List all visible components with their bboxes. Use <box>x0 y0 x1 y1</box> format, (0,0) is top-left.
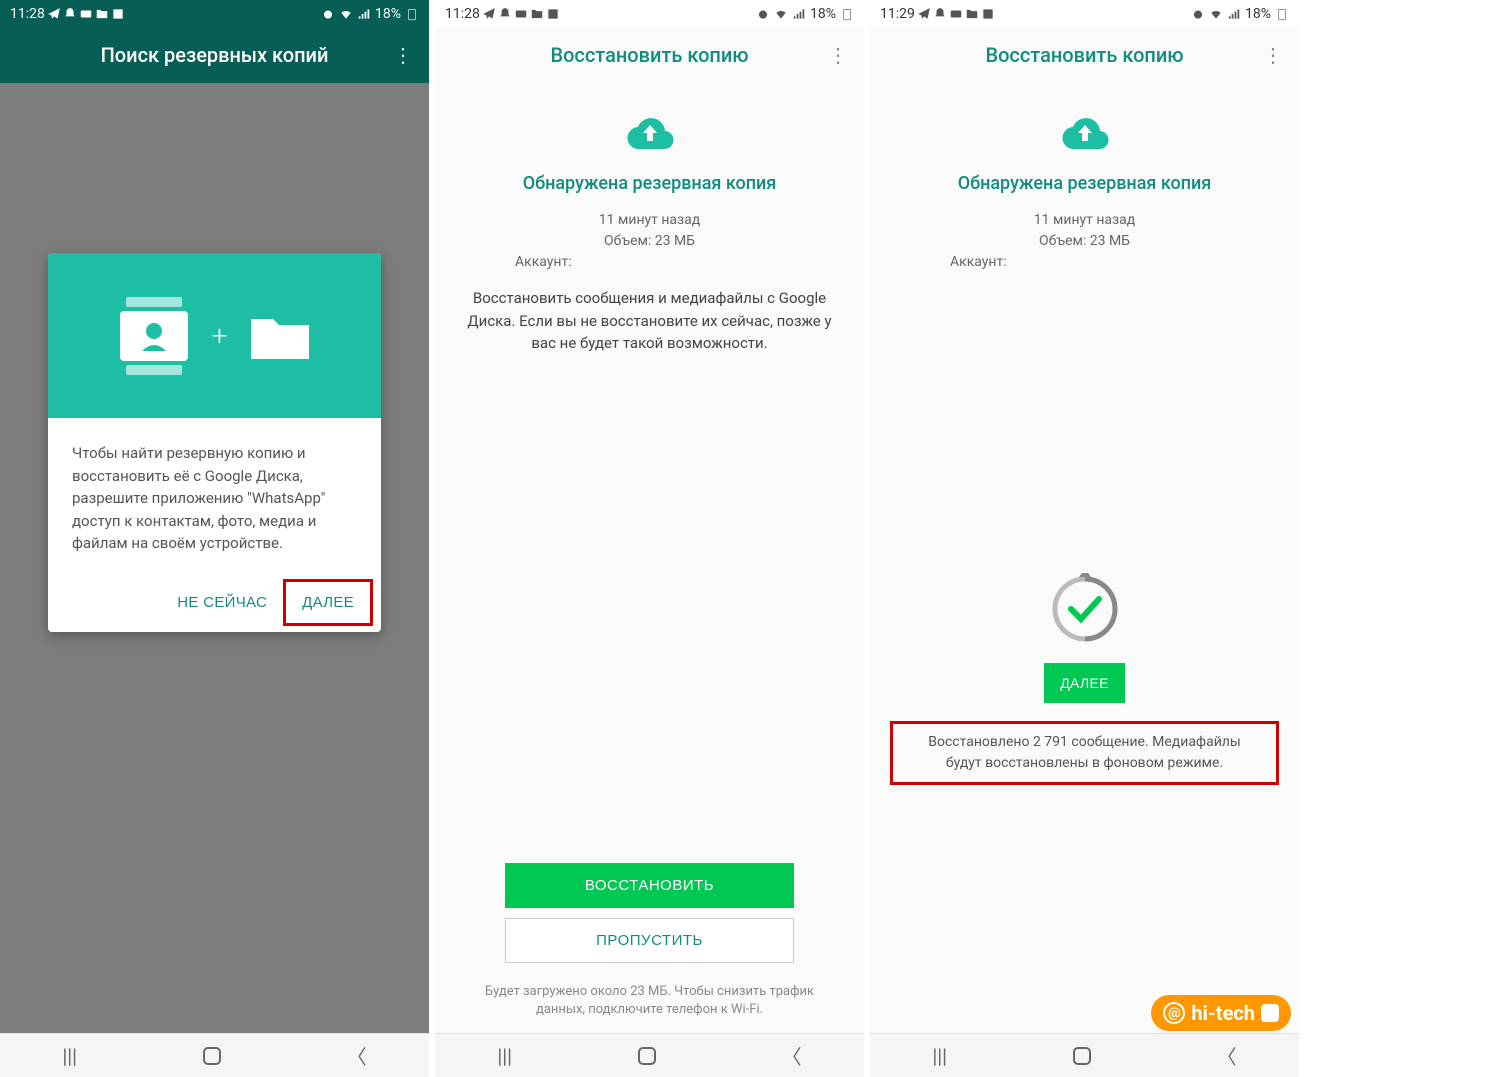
bell-icon <box>933 7 947 21</box>
status-bar: 11:28 18% <box>0 0 429 27</box>
success-check-icon <box>1049 573 1121 645</box>
image-icon <box>546 7 560 21</box>
bell-icon <box>63 7 77 21</box>
plus-icon: + <box>212 319 228 352</box>
status-time: 11:28 <box>10 6 45 22</box>
wifi-icon <box>774 7 788 21</box>
image-icon <box>981 7 995 21</box>
screen-3-restored: 11:29 18% Восстановить копию ⋮ Обнаружен… <box>870 0 1299 1077</box>
nav-home[interactable] <box>637 1046 657 1066</box>
battery-percent: 18% <box>1245 6 1271 22</box>
backup-found-title: Обнаружена резервная копия <box>435 173 864 194</box>
permission-dialog: + Чтобы найти резервную копию и восстано… <box>48 253 381 632</box>
account-label: Аккаунт: <box>435 252 864 273</box>
restore-button[interactable]: ВОССТАНОВИТЬ <box>505 863 794 908</box>
dialog-text: Чтобы найти резервную копию и восстанови… <box>72 442 357 555</box>
next-button[interactable]: ДАЛЕЕ <box>1044 663 1125 703</box>
youtube-icon <box>79 7 93 21</box>
backup-time: 11 минут назад <box>435 210 864 231</box>
backup-found-title: Обнаружена резервная копия <box>870 173 1299 194</box>
youtube-icon <box>949 7 963 21</box>
more-icon[interactable]: ⋮ <box>393 43 413 67</box>
signal-icon <box>357 7 371 21</box>
battery-icon <box>1275 7 1289 21</box>
nav-recents[interactable]: ||| <box>62 1044 77 1068</box>
nav-back[interactable]: 〈 <box>782 1041 802 1070</box>
next-button[interactable]: ДАЛЕЕ <box>283 579 373 626</box>
nav-home[interactable] <box>1072 1046 1092 1066</box>
page-title: Поиск резервных копий <box>101 43 329 67</box>
telegram-icon <box>917 7 931 21</box>
page-title: Восстановить копию <box>550 43 748 67</box>
battery-icon <box>405 7 419 21</box>
nav-bar: ||| 〈 <box>0 1033 429 1077</box>
wifi-icon <box>1209 7 1223 21</box>
backup-size: Объем: 23 МБ <box>870 231 1299 252</box>
backup-time: 11 минут назад <box>870 210 1299 231</box>
dialog-header: + <box>48 253 381 418</box>
restore-result-message: Восстановлено 2 791 сообщение. Медиафайл… <box>890 721 1279 785</box>
telegram-icon <box>47 7 61 21</box>
folder-icon <box>965 7 979 21</box>
account-label: Аккаунт: <box>870 252 1299 273</box>
alarm-icon <box>1191 7 1205 21</box>
nav-back[interactable]: 〈 <box>347 1041 367 1070</box>
status-time: 11:28 <box>445 6 480 22</box>
cloud-upload-icon <box>1058 113 1112 155</box>
battery-percent: 18% <box>810 6 836 22</box>
image-icon <box>111 7 125 21</box>
youtube-icon <box>514 7 528 21</box>
watermark-text: hi-tech <box>1191 1001 1255 1025</box>
app-bar: Поиск резервных копий ⋮ <box>0 27 429 83</box>
telegram-icon <box>482 7 496 21</box>
bell-icon <box>498 7 512 21</box>
page-title: Восстановить копию <box>985 43 1183 67</box>
screen-1-search-backup: 11:28 18% Поиск резервных копий ⋮ <box>0 0 429 1077</box>
watermark: @ hi-tech <box>1151 995 1291 1031</box>
backup-size: Объем: 23 МБ <box>435 231 864 252</box>
battery-icon <box>840 7 854 21</box>
signal-icon <box>1227 7 1241 21</box>
skip-button[interactable]: ПРОПУСТИТЬ <box>505 918 794 963</box>
nav-recents[interactable]: ||| <box>932 1044 947 1068</box>
wifi-icon <box>339 7 353 21</box>
nav-bar: ||| 〈 <box>870 1033 1299 1077</box>
folder-icon <box>95 7 109 21</box>
nav-back[interactable]: 〈 <box>1217 1041 1237 1070</box>
status-bar: 11:29 18% <box>870 0 1299 27</box>
screen-2-restore: 11:28 18% Восстановить копию ⋮ Обнаружен… <box>435 0 864 1077</box>
watermark-at-icon: @ <box>1163 1002 1185 1024</box>
status-bar: 11:28 18% <box>435 0 864 27</box>
status-time: 11:29 <box>880 6 915 22</box>
nav-recents[interactable]: ||| <box>497 1044 512 1068</box>
nav-home[interactable] <box>202 1046 222 1066</box>
app-bar: Восстановить копию ⋮ <box>435 27 864 83</box>
folder-icon <box>251 313 309 359</box>
folder-icon <box>530 7 544 21</box>
footer-note: Будет загружено около 23 МБ. Чтобы снизи… <box>435 975 864 1033</box>
not-now-button[interactable]: НЕ СЕЙЧАС <box>161 579 283 626</box>
cloud-upload-icon <box>623 113 677 155</box>
more-icon[interactable]: ⋮ <box>1263 43 1283 67</box>
more-icon[interactable]: ⋮ <box>828 43 848 67</box>
nav-bar: ||| 〈 <box>435 1033 864 1077</box>
app-bar: Восстановить копию ⋮ <box>870 27 1299 83</box>
signal-icon <box>792 7 806 21</box>
contacts-icon <box>120 297 188 375</box>
vk-icon <box>1261 1004 1279 1022</box>
restore-description: Восстановить сообщения и медиафайлы с Go… <box>435 273 864 355</box>
alarm-icon <box>321 7 335 21</box>
battery-percent: 18% <box>375 6 401 22</box>
alarm-icon <box>756 7 770 21</box>
